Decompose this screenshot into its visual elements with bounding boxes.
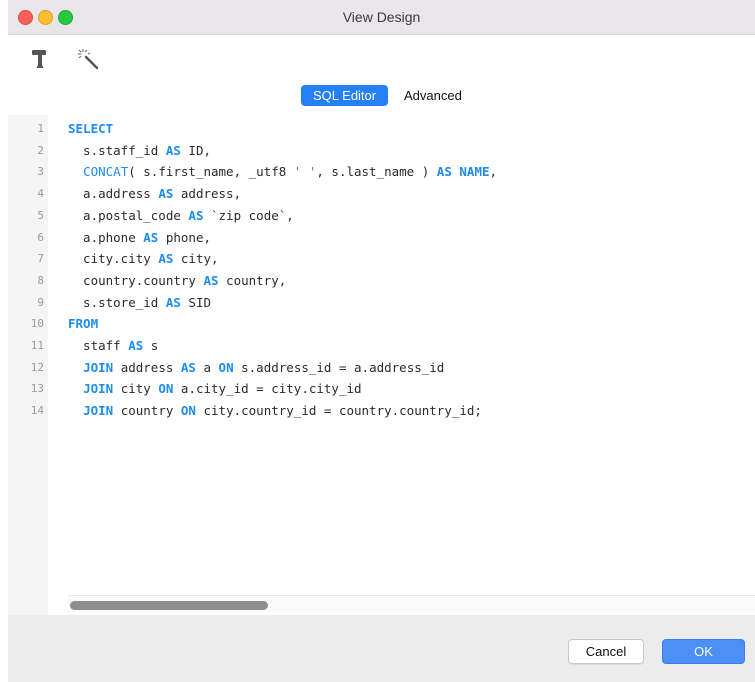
sql-text: SID xyxy=(180,294,212,310)
editor-mode-tabs: SQL Editor Advanced xyxy=(8,77,755,115)
sql-text: city.country_id = country.country_id; xyxy=(195,403,482,419)
line-number: 14 xyxy=(30,404,44,418)
tab-sql-editor[interactable]: SQL Editor xyxy=(301,85,389,106)
sql-keyword: JOIN xyxy=(83,403,114,419)
sql-keyword: AS xyxy=(436,164,452,180)
line-number: 8 xyxy=(37,273,44,287)
scrollbar-thumb[interactable] xyxy=(70,601,268,610)
sql-keyword: ON xyxy=(180,403,196,419)
window-title: View Design xyxy=(342,9,421,25)
sql-text: address xyxy=(113,359,181,375)
code-line: FROM xyxy=(68,314,98,334)
sql-keyword: AS xyxy=(203,272,219,288)
code-line: s.staff_id AS ID, xyxy=(68,141,211,161)
sql-text: city.city xyxy=(68,251,159,267)
sql-keyword: AS xyxy=(158,186,174,202)
tab-advanced[interactable]: Advanced xyxy=(392,85,474,106)
sql-keyword: ON xyxy=(218,359,234,375)
line-number: 9 xyxy=(37,295,44,309)
code-line: country.country AS country, xyxy=(68,271,286,291)
sql-text: country xyxy=(113,403,181,419)
sql-keyword: AS xyxy=(158,251,174,267)
code-line: a.postal_code AS `zip code`, xyxy=(68,206,294,226)
ok-button[interactable]: OK xyxy=(662,639,745,664)
line-number: 7 xyxy=(37,252,44,266)
sql-text: address, xyxy=(173,186,242,202)
code-line: a.phone AS phone, xyxy=(68,228,211,248)
sql-keyword: AS xyxy=(165,142,181,158)
line-number: 3 xyxy=(37,165,44,179)
code-line: CONCAT( s.first_name, _utf8 ' ', s.last_… xyxy=(68,162,497,182)
sql-text: s.store_id xyxy=(68,294,166,310)
sql-keyword: SELECT xyxy=(68,121,114,136)
code-line: JOIN address AS a ON s.address_id = a.ad… xyxy=(68,358,444,378)
sql-string: ' ' xyxy=(293,164,317,180)
toolbar xyxy=(8,35,755,77)
line-number: 12 xyxy=(30,360,44,374)
sql-keyword: AS xyxy=(188,207,204,223)
magic-wand-icon[interactable] xyxy=(76,47,100,71)
sql-text: a.phone xyxy=(68,229,144,245)
sql-keyword: JOIN xyxy=(83,359,114,375)
sql-text: s.address_id = a.address_id xyxy=(233,359,445,375)
sql-editor[interactable]: 1 2 3 4 5 6 7 8 9 10 11 12 13 14 SELECT s.staff_id AS… xyxy=(8,115,755,615)
cancel-button[interactable]: Cancel xyxy=(568,639,644,664)
code-line: s.store_id AS SID xyxy=(68,293,211,313)
sql-text: country, xyxy=(218,272,287,288)
code-line: JOIN city ON a.city_id = city.city_id xyxy=(68,379,362,399)
title-bar: View Design xyxy=(8,0,755,35)
sql-text: ID, xyxy=(180,142,212,158)
code-line: staff AS s xyxy=(68,336,158,356)
view-design-window: View Design SQL Editor Advanced 1 2 3 4 … xyxy=(8,0,755,682)
sql-text: `zip code`, xyxy=(203,207,294,223)
sql-text: a.address xyxy=(68,186,159,202)
sql-keyword: AS xyxy=(143,229,159,245)
sql-text: phone, xyxy=(158,229,212,245)
sql-text: a xyxy=(195,359,219,375)
sql-text: country.country xyxy=(68,272,204,288)
line-number: 2 xyxy=(37,143,44,157)
sql-keyword: ON xyxy=(158,381,174,397)
code-line: JOIN country ON city.country_id = countr… xyxy=(68,401,482,421)
sql-text: a.city_id = city.city_id xyxy=(173,381,362,397)
dialog-footer: Cancel OK xyxy=(8,615,755,682)
sql-keyword: AS xyxy=(128,338,144,353)
line-number: 5 xyxy=(37,208,44,222)
sql-text: s.staff_id xyxy=(68,142,166,158)
code-line: SELECT xyxy=(68,119,113,139)
horizontal-scrollbar[interactable] xyxy=(68,595,755,612)
line-number-gutter: 1 2 3 4 5 6 7 8 9 10 11 12 13 14 xyxy=(8,115,48,615)
sql-keyword: AS xyxy=(180,359,196,375)
line-number: 10 xyxy=(30,317,44,331)
sql-text: , s.last_name ) xyxy=(316,164,437,180)
line-number: 4 xyxy=(37,187,44,201)
line-number: 1 xyxy=(37,122,44,135)
sql-text: s xyxy=(143,338,159,353)
sql-keyword: NAME xyxy=(459,164,490,180)
sql-text: city, xyxy=(173,251,219,267)
sql-text: staff xyxy=(68,338,129,353)
sql-keyword: AS xyxy=(165,294,181,310)
sql-keyword: JOIN xyxy=(83,381,114,397)
code-line: a.address AS address, xyxy=(68,184,241,204)
sql-text: , xyxy=(489,164,498,180)
line-number: 6 xyxy=(37,230,44,244)
sql-function: CONCAT xyxy=(83,164,129,180)
hammer-icon[interactable] xyxy=(28,47,52,71)
sql-text: a.postal_code xyxy=(68,207,189,223)
sql-keyword: FROM xyxy=(68,316,99,332)
line-number: 11 xyxy=(30,339,44,352)
sql-text: ( s.first_name, _utf8 xyxy=(128,164,294,180)
code-line: city.city AS city, xyxy=(68,249,219,269)
sql-text: city xyxy=(113,381,159,397)
line-number: 13 xyxy=(30,382,44,396)
